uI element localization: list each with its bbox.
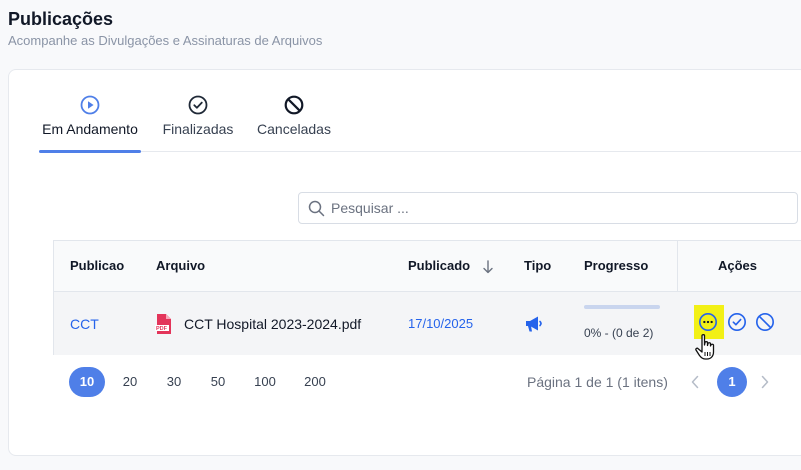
- progress-text: 0% - (0 de 2): [584, 326, 654, 340]
- search-input[interactable]: [331, 193, 791, 223]
- cancel-ban-icon[interactable]: [755, 312, 775, 332]
- publicado-date: 17/10/2025: [408, 316, 474, 331]
- more-options-icon[interactable]: [698, 312, 718, 332]
- chevron-right-icon: [761, 375, 769, 389]
- sort-down-icon: [483, 259, 493, 273]
- tab-label: Em Andamento: [42, 121, 138, 137]
- column-header-publicado-label: Publicado: [408, 258, 471, 273]
- prev-page-button[interactable]: [680, 367, 710, 397]
- tab-finalizadas[interactable]: Finalizadas: [160, 94, 236, 152]
- table-row: CCT PDF CCT Hospital 2023-2024.pdf 17/10…: [54, 291, 801, 355]
- megaphone-icon: [526, 316, 542, 332]
- column-header-arquivo[interactable]: Arquivo: [156, 241, 205, 291]
- play-circle-icon: [80, 95, 100, 115]
- column-header-publicado[interactable]: Publicado: [408, 241, 494, 291]
- search-box: [298, 192, 798, 224]
- page-size-option[interactable]: 20: [112, 367, 148, 397]
- tab-em-andamento[interactable]: Em Andamento: [39, 94, 141, 153]
- hand-pointer-cursor-icon: [695, 334, 715, 360]
- pdf-file-icon: PDF: [155, 314, 171, 334]
- progress-bar: [584, 305, 660, 309]
- column-header-progresso[interactable]: Progresso: [584, 241, 648, 291]
- publications-table: Publicao Arquivo Publicado Tipo Progress…: [53, 240, 801, 355]
- svg-text:PDF: PDF: [156, 326, 168, 332]
- page-subtitle: Acompanhe as Divulgações e Assinaturas d…: [8, 33, 323, 48]
- page-size-option[interactable]: 100: [247, 367, 283, 397]
- page-size-option[interactable]: 30: [156, 367, 192, 397]
- tab-label: Finalizadas: [162, 121, 234, 137]
- page-size-option[interactable]: 50: [200, 367, 236, 397]
- search-icon: [308, 200, 325, 217]
- ban-circle-icon: [284, 95, 304, 115]
- page-button-current[interactable]: 1: [717, 367, 747, 397]
- page-size-option[interactable]: 10: [69, 367, 105, 397]
- arquivo-name[interactable]: CCT Hospital 2023-2024.pdf: [184, 292, 361, 356]
- column-header-tipo[interactable]: Tipo: [524, 241, 551, 291]
- column-header-publicacao[interactable]: Publicao: [70, 241, 124, 291]
- approve-check-icon[interactable]: [727, 312, 747, 332]
- next-page-button[interactable]: [750, 367, 780, 397]
- tabs-bar: Em Andamento Finalizadas Canceladas: [39, 94, 801, 153]
- tab-label: Canceladas: [257, 121, 331, 137]
- column-header-acoes: Ações: [718, 258, 758, 273]
- publications-card: Em Andamento Finalizadas Canceladas Publ…: [8, 69, 801, 456]
- publicacao-link[interactable]: CCT: [70, 292, 99, 356]
- pagination-info: Página 1 de 1 (1 itens): [527, 374, 668, 390]
- page-title: Publicações: [8, 9, 114, 29]
- tab-canceladas[interactable]: Canceladas: [255, 94, 333, 152]
- chevron-left-icon: [691, 375, 699, 389]
- check-circle-icon: [188, 95, 208, 115]
- page-size-option[interactable]: 200: [297, 367, 333, 397]
